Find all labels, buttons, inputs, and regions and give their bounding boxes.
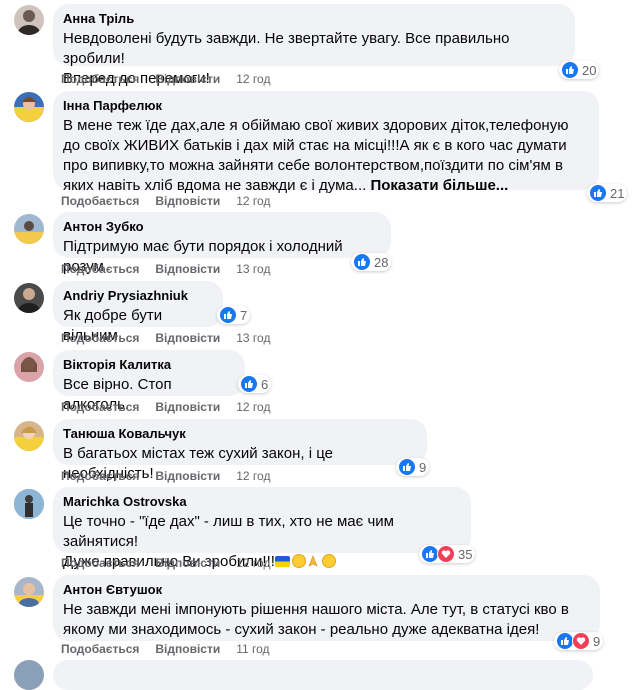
like-action[interactable]: Подобається (61, 642, 139, 656)
avatar[interactable] (14, 577, 44, 607)
comment-time[interactable]: 13 год (236, 331, 270, 345)
like-icon (353, 253, 371, 271)
reply-action[interactable]: Відповісти (155, 194, 220, 208)
reply-action[interactable]: Відповісти (155, 72, 220, 86)
reaction-count: 21 (610, 185, 625, 201)
comment-author[interactable]: Танюша Ковальчук (63, 426, 417, 442)
reaction-count: 28 (374, 254, 389, 270)
avatar[interactable] (14, 5, 44, 35)
comment-author[interactable]: Анна Тріль (63, 11, 565, 27)
avatar[interactable] (14, 283, 44, 313)
like-action[interactable]: Подобається (61, 556, 139, 570)
love-icon (437, 545, 455, 563)
reaction-summary[interactable]: 6 (238, 375, 272, 393)
reply-action[interactable]: Відповісти (155, 469, 220, 483)
reaction-summary[interactable]: 7 (217, 306, 251, 324)
reply-action[interactable]: Відповісти (155, 262, 220, 276)
comment-time[interactable]: 12 год (236, 469, 270, 483)
reaction-count: 9 (419, 459, 427, 475)
avatar[interactable] (14, 92, 44, 122)
reaction-summary[interactable]: 35 (419, 545, 476, 563)
avatar[interactable] (14, 489, 44, 519)
reply-action[interactable]: Відповісти (155, 400, 220, 414)
comment-actions: Подобається Відповісти 13 год (61, 331, 270, 345)
comment-author[interactable]: Andriy Prysiazhniuk (63, 288, 213, 304)
ukraine-flag-emoji (274, 556, 290, 567)
love-icon (572, 632, 590, 650)
comment-actions: Подобається Відповісти 12 год (61, 72, 270, 86)
comment-actions: Подобається Відповісти 13 год (61, 262, 270, 276)
reaction-count: 7 (240, 307, 248, 323)
comment-author[interactable]: Вікторія Калитка (63, 357, 235, 373)
comment-text: Не завжди мені імпонують рішення нашого … (63, 601, 569, 638)
comment-bubble: Marichka Ostrovska Це точно - "їде дах" … (53, 487, 471, 570)
comment-actions: Подобається Відповісти 11 год (61, 642, 270, 656)
comment-author[interactable]: Marichka Ostrovska (63, 494, 461, 510)
comment-bubble: Вікторія Калитка Все вірно. Стоп алкогол… (53, 350, 245, 413)
comment-bubble: Анна Тріль Невдоволені будуть завжди. Не… (53, 4, 575, 87)
comment-time[interactable]: 11 год (236, 642, 269, 656)
like-action[interactable]: Подобається (61, 400, 139, 414)
comment-actions: Подобається Відповісти 12 год (61, 400, 270, 414)
comment-author[interactable]: Антон Зубко (63, 219, 381, 235)
comment-bubble: Інна Парфелюк В мене теж їде дах,але я о… (53, 91, 599, 194)
reaction-summary[interactable]: 21 (587, 184, 628, 202)
comment-actions: Подобається Відповісти 12 год (61, 469, 270, 483)
sun-emoji (321, 554, 336, 568)
reply-action[interactable]: Відповісти (155, 331, 220, 345)
show-more-link[interactable]: Показати більше... (370, 177, 508, 194)
reaction-summary[interactable]: 20 (559, 61, 600, 79)
reply-action[interactable]: Відповісти (155, 642, 220, 656)
reaction-count: 6 (261, 376, 269, 392)
reaction-count: 9 (593, 633, 601, 649)
like-action[interactable]: Подобається (61, 262, 139, 276)
avatar[interactable] (14, 214, 44, 244)
praying-hands-emoji (308, 555, 318, 567)
comment-actions: Подобається Відповісти 12 год (61, 556, 270, 570)
comment-bubble: Andriy Prysiazhniuk Як добре бути вільни… (53, 281, 223, 344)
like-action[interactable]: Подобається (61, 469, 139, 483)
reaction-count: 35 (458, 546, 473, 562)
reply-action[interactable]: Відповісти (155, 556, 220, 570)
like-action[interactable]: Подобається (61, 331, 139, 345)
comment-bubble: Танюша Ковальчук В багатьох містах теж с… (53, 419, 427, 482)
like-action[interactable]: Подобається (61, 72, 139, 86)
reaction-summary[interactable]: 28 (351, 253, 392, 271)
comment-author[interactable]: Антон Євтушок (63, 582, 590, 598)
like-icon (398, 458, 416, 476)
like-action[interactable]: Подобається (61, 194, 139, 208)
comment-bubble: Антон Зубко Підтримую має бути порядок і… (53, 212, 391, 275)
avatar[interactable] (14, 421, 44, 451)
avatar[interactable] (14, 352, 44, 382)
comment-time[interactable]: 12 год (236, 400, 270, 414)
comment-author[interactable]: Інна Парфелюк (63, 98, 589, 114)
reaction-count: 20 (582, 62, 597, 78)
comment-time[interactable]: 12 год (236, 556, 270, 570)
comment-text: В мене теж їде дах,але я обіймаю свої жи… (63, 116, 589, 196)
reaction-summary[interactable]: 9 (554, 632, 604, 650)
sun-emoji (291, 554, 306, 568)
comment-time[interactable]: 13 год (236, 262, 270, 276)
like-icon (240, 375, 258, 393)
like-icon (589, 184, 607, 202)
comment-bubble: Антон Євтушок Не завжди мені імпонують р… (53, 575, 600, 641)
comment-time[interactable]: 12 год (236, 72, 270, 86)
comment-time[interactable]: 12 год (236, 194, 270, 208)
like-icon (219, 306, 237, 324)
like-icon (561, 61, 579, 79)
comment-actions: Подобається Відповісти 12 год (61, 194, 270, 208)
reaction-summary[interactable]: 9 (396, 458, 430, 476)
